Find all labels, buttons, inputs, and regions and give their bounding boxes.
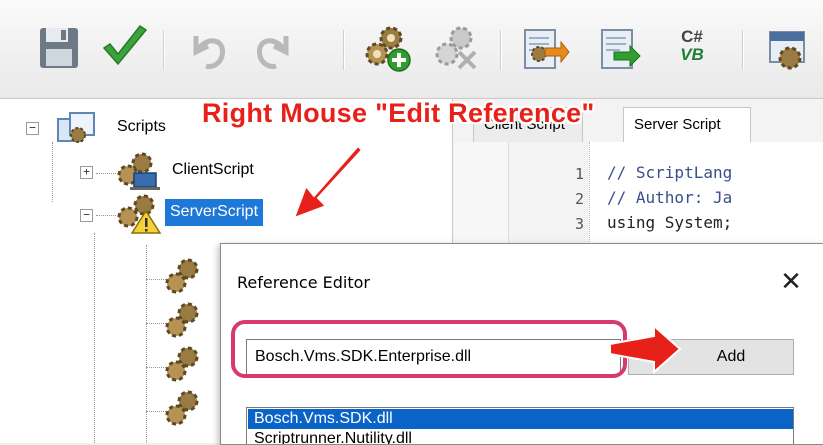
remove-script-icon[interactable] [429,22,483,76]
tab-server-script[interactable]: Server Script [623,107,751,142]
toolbar-separator [163,30,164,70]
expand-toggle-clientscript[interactable]: + [80,166,93,179]
tree-connector [52,142,53,202]
undo-icon[interactable] [182,22,236,76]
script-item-icon[interactable] [164,301,204,344]
code-line[interactable]: using System; [607,213,732,232]
redo-icon[interactable] [246,22,300,76]
collapse-toggle-scripts[interactable]: − [26,122,39,135]
reference-list[interactable]: Bosch.Vms.SDK.dll Scriptrunner.Nutility.… [246,407,794,444]
dialog-title: Reference Editor [237,273,371,292]
vb-label: VB [680,45,704,64]
list-item-selected[interactable]: Bosch.Vms.SDK.dll [248,409,793,429]
toolbar: C# VB [0,0,823,99]
import-icon[interactable] [515,22,570,76]
highlight-box [231,320,627,378]
tree-connector [94,233,95,443]
script-item-icon[interactable] [164,345,204,388]
line-number: 2 [574,190,584,208]
client-script-icon [112,151,162,196]
csharp-label: C# [681,27,703,46]
script-item-icon[interactable] [164,257,204,300]
toolbar-separator [500,30,501,70]
toolbar-separator [742,30,743,70]
collapse-toggle-serverscript[interactable]: − [80,209,93,222]
add-script-icon[interactable] [361,22,415,76]
server-script-warning-icon [112,193,162,240]
code-line[interactable]: // ScriptLang [607,163,732,182]
annotation-label: Right Mouse "Edit Reference" [202,98,595,128]
list-item[interactable]: Scriptrunner.Nutility.dll [248,429,412,444]
add-button[interactable]: Add [628,339,794,375]
line-number: 1 [574,165,584,183]
tree-node-clientscript[interactable]: ClientScript [172,161,254,179]
convert-csharp-vb-icon[interactable]: C# VB [668,22,716,76]
close-button[interactable]: ✕ [769,262,813,302]
scripts-folder-icon [56,111,98,150]
code-line[interactable]: // Author: Ja [607,188,732,207]
save-icon[interactable] [34,22,88,76]
toolbar-separator [343,30,344,70]
script-item-icon[interactable] [164,389,204,432]
tree-connector [146,245,147,443]
tree-node-scripts[interactable]: Scripts [117,118,166,136]
export-icon[interactable] [592,22,646,76]
line-number: 3 [574,215,584,233]
sdk-icon[interactable] [762,22,823,76]
check-icon[interactable] [98,22,152,76]
tree-node-serverscript[interactable]: ServerScript [165,199,264,226]
